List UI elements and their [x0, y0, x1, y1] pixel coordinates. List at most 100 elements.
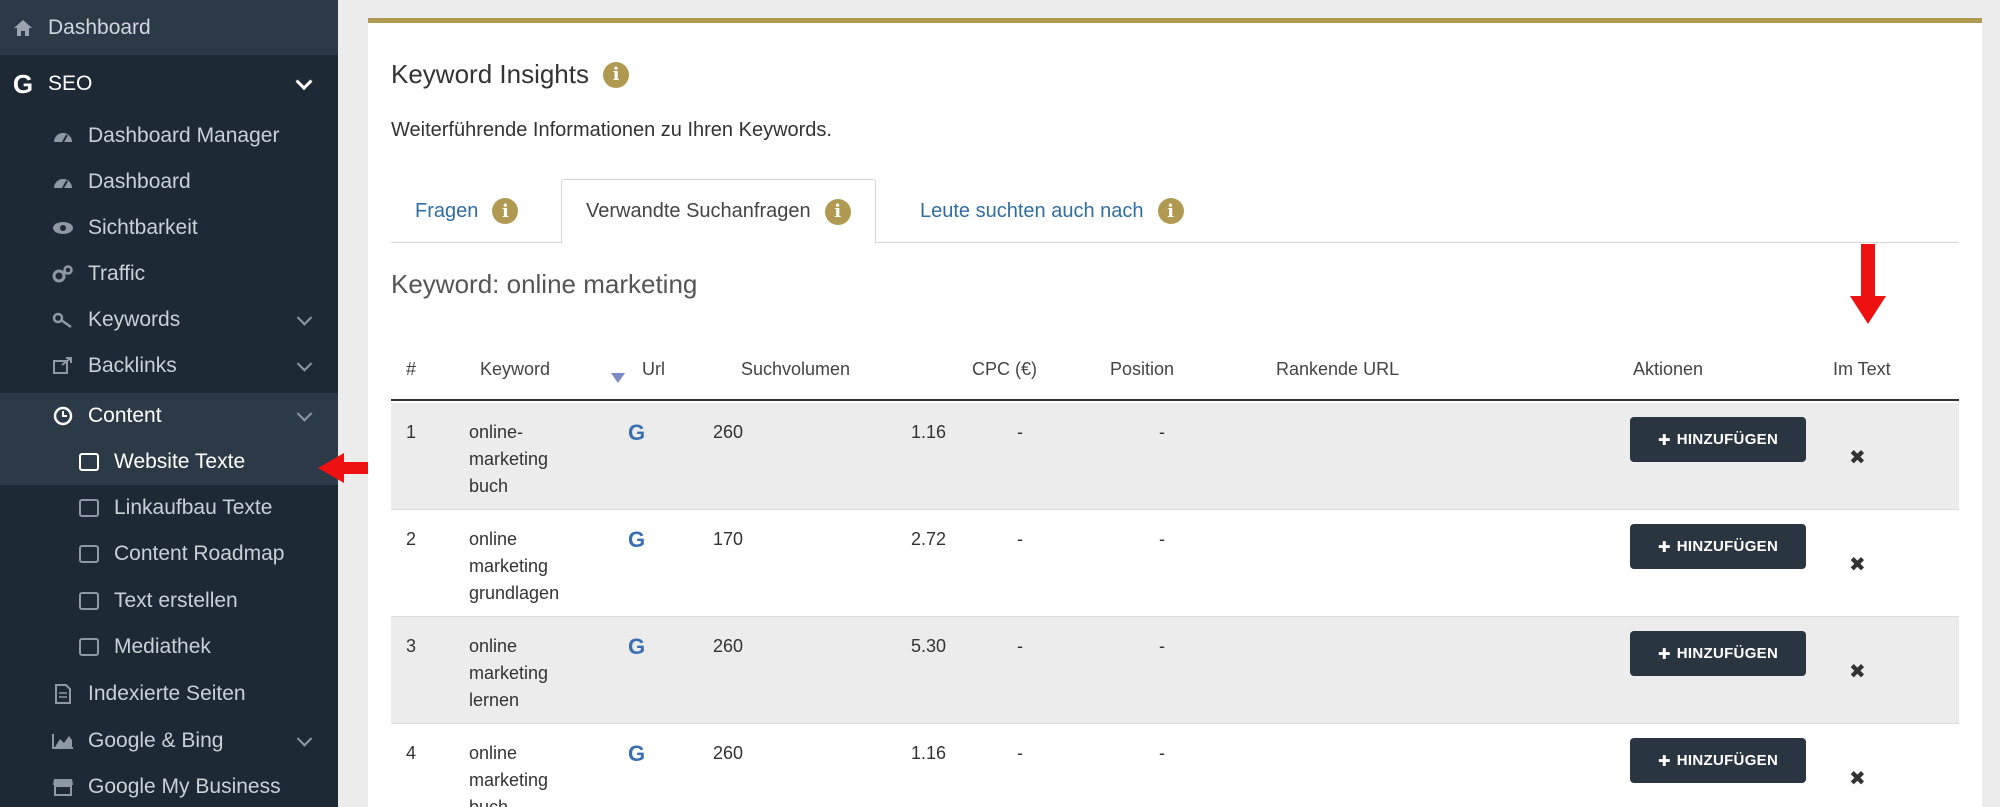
row-position: -	[1017, 529, 1023, 549]
close-icon[interactable]: ✖	[1849, 659, 1866, 684]
table-row: 1 online- marketing buch G 260 1.16 - - …	[391, 403, 1959, 510]
plus-icon: ✚	[1657, 538, 1671, 556]
info-icon[interactable]: i	[824, 198, 851, 225]
row-position-secondary: -	[1159, 422, 1165, 442]
sidebar-item-google-my-business[interactable]: Google My Business	[0, 764, 338, 807]
row-suchvolumen: 260	[713, 743, 744, 763]
copy-icon	[76, 638, 102, 656]
sidebar-item-label: Dashboard	[88, 170, 191, 193]
close-icon[interactable]: ✖	[1849, 445, 1866, 470]
row-number: 1	[406, 422, 417, 442]
sidebar-item-indexierte-seiten[interactable]: Indexierte Seiten	[0, 671, 338, 717]
row-keyword: online marketing lernen	[469, 636, 549, 710]
sidebar-item-label: Google My Business	[88, 775, 281, 798]
add-keyword-button[interactable]: ✚ HINZUFÜGEN	[1630, 631, 1806, 676]
google-icon[interactable]: G	[628, 526, 645, 553]
tab-label: Leute suchten auch nach	[920, 199, 1144, 222]
store-icon	[50, 777, 76, 797]
chevron-down-icon	[295, 73, 313, 91]
google-icon: G	[12, 68, 34, 99]
add-keyword-button[interactable]: ✚ HINZUFÜGEN	[1630, 524, 1806, 569]
sidebar-item-sichtbarkeit[interactable]: Sichtbarkeit	[0, 205, 338, 251]
sidebar-item-dashboard-manager[interactable]: Dashboard Manager	[0, 113, 338, 159]
table-header: # Keyword Url Suchvolumen CPC (€) Positi…	[391, 341, 1959, 401]
row-suchvolumen: 260	[713, 636, 744, 656]
tab-label: Fragen	[415, 199, 479, 222]
tab-fragen[interactable]: Fragen i	[391, 179, 542, 243]
sidebar-item-linkaufbau-texte[interactable]: Linkaufbau Texte	[0, 485, 338, 531]
page-title: Keyword Insights i	[391, 59, 629, 90]
google-icon[interactable]: G	[628, 740, 645, 767]
column-header-cpc[interactable]: CPC (€)	[972, 359, 1037, 380]
row-keyword: online marketing grundlagen	[469, 529, 560, 603]
sidebar-item-content[interactable]: Content	[0, 393, 338, 439]
add-button-label: HINZUFÜGEN	[1676, 538, 1779, 555]
sidebar-item-seo[interactable]: G SEO	[0, 55, 338, 113]
copy-icon	[76, 453, 102, 471]
google-icon[interactable]: G	[628, 419, 645, 446]
row-position: -	[1017, 636, 1023, 656]
sidebar-item-label: Linkaufbau Texte	[114, 496, 273, 519]
sidebar-item-dashboard[interactable]: Dashboard	[0, 159, 338, 205]
home-icon	[10, 18, 36, 38]
dashboard-gauge-icon	[50, 174, 76, 190]
sidebar-item-label: Keywords	[88, 308, 181, 331]
column-header-url[interactable]: Url	[642, 359, 665, 380]
sidebar-item-traffic[interactable]: Traffic	[0, 251, 338, 297]
document-icon	[50, 684, 76, 704]
sidebar-item-label: Content	[88, 404, 162, 427]
copy-icon	[76, 545, 102, 563]
google-icon[interactable]: G	[628, 633, 645, 660]
close-icon[interactable]: ✖	[1849, 766, 1866, 791]
key-icon	[50, 311, 76, 329]
row-position: -	[1017, 743, 1023, 763]
sidebar: Dashboard G SEO Dashboard Manager Dashbo…	[0, 0, 338, 807]
sidebar-item-label: Mediathek	[114, 635, 211, 658]
tab-leute-suchten-auch-nach[interactable]: Leute suchten auch nach i	[896, 179, 1208, 243]
tab-verwandte-suchanfragen[interactable]: Verwandte Suchanfragen i	[561, 179, 876, 244]
add-keyword-button[interactable]: ✚ HINZUFÜGEN	[1630, 417, 1806, 462]
chevron-down-icon	[296, 356, 313, 372]
column-header-suchvolumen[interactable]: Suchvolumen	[741, 359, 850, 380]
sidebar-item-label: Dashboard Manager	[88, 124, 280, 147]
table-row: 2 online marketing grundlagen G 170 2.72…	[391, 510, 1959, 617]
table-row: 4 online marketing buch G 260 1.16 - - ✚…	[391, 724, 1959, 807]
page-title-text: Keyword Insights	[391, 59, 589, 89]
sidebar-item-mediathek[interactable]: Mediathek	[0, 624, 338, 670]
column-header-position[interactable]: Position	[1110, 359, 1174, 380]
sidebar-item-text-erstellen[interactable]: Text erstellen	[0, 578, 338, 624]
info-icon[interactable]: i	[492, 198, 519, 224]
row-cpc: 2.72	[911, 529, 947, 549]
row-keyword: online marketing buch	[469, 743, 549, 807]
sidebar-item-dashboard-top[interactable]: Dashboard	[0, 0, 338, 55]
add-button-label: HINZUFÜGEN	[1676, 752, 1779, 769]
column-header-rankende-url[interactable]: Rankende URL	[1276, 359, 1399, 380]
sort-desc-icon[interactable]	[611, 373, 625, 383]
info-icon[interactable]: i	[1157, 198, 1184, 224]
row-cpc: 1.16	[911, 743, 947, 763]
column-header-number[interactable]: #	[406, 359, 416, 380]
row-position-secondary: -	[1159, 529, 1165, 549]
copy-icon	[76, 592, 102, 610]
row-position-secondary: -	[1159, 636, 1165, 656]
row-number: 3	[406, 636, 417, 656]
sidebar-item-backlinks[interactable]: Backlinks	[0, 343, 338, 389]
keyword-heading: Keyword: online marketing	[391, 269, 698, 299]
row-suchvolumen: 260	[713, 422, 744, 442]
add-keyword-button[interactable]: ✚ HINZUFÜGEN	[1630, 738, 1806, 783]
sidebar-item-website-texte[interactable]: Website Texte	[0, 439, 338, 485]
sidebar-item-content-roadmap[interactable]: Content Roadmap	[0, 531, 338, 577]
sidebar-item-google-bing[interactable]: Google & Bing	[0, 718, 338, 764]
annotation-arrow-down	[1850, 244, 1886, 324]
row-number: 4	[406, 743, 417, 763]
table-row: 3 online marketing lernen G 260 5.30 - -…	[391, 617, 1959, 724]
row-suchvolumen: 170	[713, 529, 744, 549]
plus-icon: ✚	[1657, 645, 1671, 663]
close-icon[interactable]: ✖	[1849, 552, 1866, 577]
info-icon[interactable]: i	[602, 61, 629, 88]
sidebar-item-label: Indexierte Seiten	[88, 682, 246, 705]
sidebar-item-keywords[interactable]: Keywords	[0, 297, 338, 343]
chevron-down-icon	[296, 310, 313, 326]
column-header-im-text: Im Text	[1833, 359, 1891, 379]
column-header-keyword[interactable]: Keyword	[480, 359, 550, 380]
